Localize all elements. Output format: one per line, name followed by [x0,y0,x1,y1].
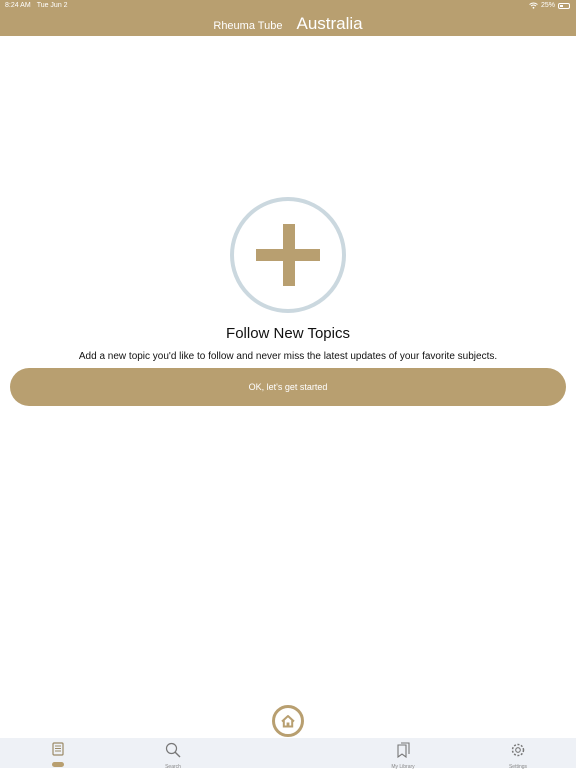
tab-bar: Search My Library Settings [0,738,576,770]
tab-search-label: Search [165,764,181,770]
status-date: Tue Jun 2 [36,2,68,9]
add-topic-icon [230,197,346,313]
tab-my-library-label: My Library [391,764,415,770]
selected-indicator [52,762,64,767]
get-started-button[interactable]: OK, let's get started [10,368,566,406]
library-icon [397,742,410,759]
tab-settings-label: Settings [508,764,528,770]
app-name: Rheuma Tube [213,20,283,32]
header-bar: 8:24 AM Tue Jun 2 25% Rheuma Tube Austra… [0,0,576,36]
battery-percent: 25% [540,2,555,9]
home-button[interactable] [272,705,304,737]
region-title[interactable]: Australia [296,14,362,34]
status-bar-left: 8:24 AM Tue Jun 2 [5,2,68,9]
tab-settings[interactable]: Settings [488,742,548,770]
search-icon [165,742,181,758]
gear-icon [511,743,525,757]
home-icon [281,715,295,728]
battery-icon [558,2,570,9]
wifi-icon [529,2,538,9]
tab-search[interactable]: Search [143,742,203,770]
nav-title: Rheuma Tube Australia [0,14,576,34]
tab-news[interactable] [28,742,88,767]
status-bar-right: 25% [529,2,570,9]
empty-state-headline: Follow New Topics [226,325,350,342]
status-time: 8:24 AM [5,2,31,9]
news-icon [52,742,64,756]
empty-state-description: Add a new topic you'd like to follow and… [78,351,498,362]
tab-my-library[interactable]: My Library [373,742,433,770]
